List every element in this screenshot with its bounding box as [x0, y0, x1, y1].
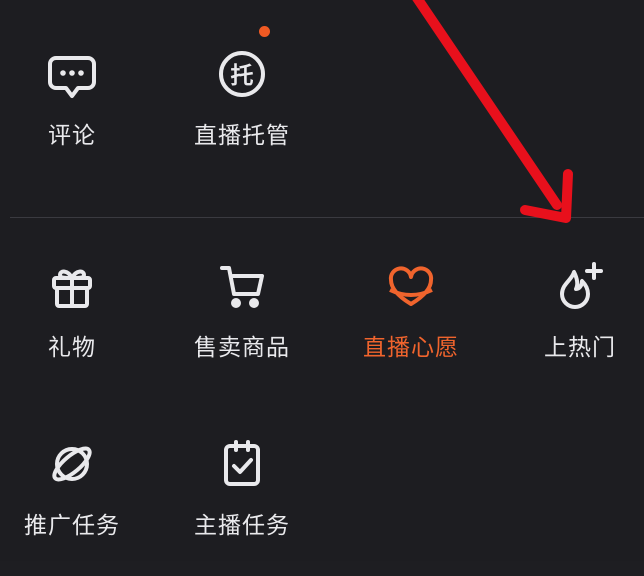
- go-trending-button[interactable]: 上热门: [505, 258, 644, 398]
- promotion-tasks-label: 推广任务: [24, 513, 120, 539]
- comment-label: 评论: [48, 123, 96, 149]
- gift-label: 礼物: [48, 335, 96, 361]
- comment-bubble-icon: [44, 46, 100, 102]
- gift-icon: [44, 258, 100, 314]
- heart-wish-icon: [383, 258, 439, 314]
- live-wish-label: 直播心愿: [363, 335, 459, 361]
- notification-dot: [259, 26, 270, 37]
- task-clipboard-icon: [214, 436, 270, 492]
- live-tools-panel: 评论 托 直播托管 礼物 售卖商品 直播心愿 上热门 推广任务 主播任务: [0, 0, 644, 561]
- live-wish-button[interactable]: 直播心愿: [336, 258, 486, 398]
- sell-products-button[interactable]: 售卖商品: [167, 258, 317, 398]
- anchor-tasks-button[interactable]: 主播任务: [167, 436, 317, 576]
- go-trending-label: 上热门: [544, 335, 616, 361]
- live-hosting-button[interactable]: 托 直播托管: [167, 46, 317, 186]
- gift-button[interactable]: 礼物: [0, 258, 147, 398]
- shopping-cart-icon: [214, 258, 270, 314]
- live-hosting-label: 直播托管: [194, 123, 290, 149]
- anchor-tasks-label: 主播任务: [194, 513, 290, 539]
- planet-icon: [44, 436, 100, 492]
- promotion-tasks-button[interactable]: 推广任务: [0, 436, 147, 576]
- flame-plus-icon: [552, 258, 608, 314]
- hosting-tuo-icon: 托: [214, 46, 270, 102]
- comment-button[interactable]: 评论: [0, 46, 147, 186]
- section-divider: [10, 217, 644, 218]
- svg-text:托: 托: [231, 63, 254, 89]
- sell-products-label: 售卖商品: [194, 335, 290, 361]
